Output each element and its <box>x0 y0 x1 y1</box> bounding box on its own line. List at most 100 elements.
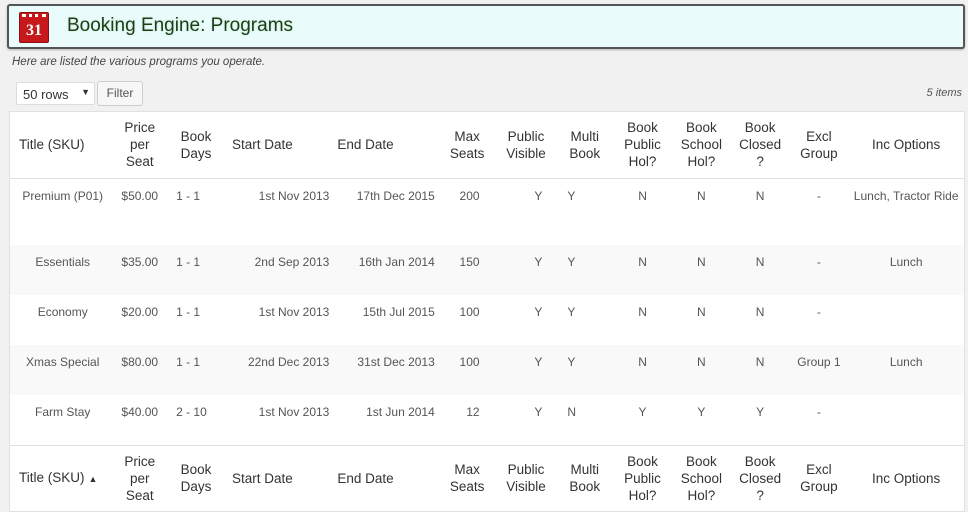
cell-school-hol: N <box>697 188 706 203</box>
rows-per-page-value: 50 rows <box>23 87 69 102</box>
col-inc-options[interactable]: Inc Options <box>848 112 964 179</box>
col-start-date-footer[interactable]: Start Date <box>227 444 334 511</box>
cell-visible: Y <box>534 355 543 369</box>
cell-school-hol: N <box>697 355 706 369</box>
cell-price: $35.00 <box>121 255 159 269</box>
chevron-down-icon: ▼ <box>81 87 90 97</box>
cell-price: $50.00 <box>121 188 159 203</box>
col-book-public-hol[interactable]: Book Public Hol? <box>613 112 672 179</box>
cell-inc: Lunch <box>889 355 923 369</box>
cell-title[interactable]: Premium (P01) <box>10 178 115 245</box>
cell-school-hol: Y <box>697 405 706 419</box>
cell-end: 16th Jan 2014 <box>358 255 435 269</box>
table-row[interactable]: Premium (P01) $50.00 1 - 1 1st Nov 2013 … <box>10 178 964 245</box>
cell-end: 31st Dec 2013 <box>357 355 435 369</box>
cell-multi: Y <box>567 255 576 269</box>
col-book-school-hol-footer[interactable]: Book School Hol? <box>671 444 731 511</box>
cell-closed: N <box>755 305 765 319</box>
col-book-closed[interactable]: Book Closed ? <box>730 112 790 179</box>
items-count: 5 items <box>926 87 962 99</box>
col-start-date[interactable]: Start Date <box>227 112 334 179</box>
col-price-footer[interactable]: Price per Seat <box>115 444 165 511</box>
cell-school-hol: N <box>697 255 706 269</box>
col-multi-book[interactable]: Multi Book <box>556 112 614 179</box>
cell-excl: - <box>816 405 821 419</box>
cell-excl: - <box>816 255 821 269</box>
cell-max: 150 <box>459 255 480 269</box>
col-inc-options-footer[interactable]: Inc Options <box>848 444 964 511</box>
calendar-icon: 31 <box>19 12 49 43</box>
col-end-date[interactable]: End Date <box>333 112 439 179</box>
cell-multi: Y <box>567 355 576 369</box>
cell-title[interactable]: Farm Stay <box>10 395 115 445</box>
cell-inc <box>848 295 964 345</box>
cell-title[interactable]: Economy <box>10 295 115 345</box>
table-row[interactable]: Essentials $35.00 1 - 1 2nd Sep 2013 16t… <box>10 245 964 295</box>
cell-excl: - <box>816 188 821 203</box>
cell-title[interactable]: Xmas Special <box>10 345 115 395</box>
page-header: 31 Booking Engine: Programs <box>7 4 965 49</box>
table-row[interactable]: Economy $20.00 1 - 1 1st Nov 2013 15th J… <box>10 295 964 345</box>
cell-closed: Y <box>756 405 765 419</box>
col-multi-book-footer[interactable]: Multi Book <box>556 444 614 511</box>
cell-days: 1 - 1 <box>176 188 201 203</box>
cell-price: $40.00 <box>121 405 159 419</box>
cell-closed: N <box>755 255 765 269</box>
col-book-days-footer[interactable]: Book Days <box>164 444 228 511</box>
sort-ascending-icon: ▲ <box>88 473 98 484</box>
cell-inc: Lunch <box>889 255 923 269</box>
cell-multi: N <box>567 405 577 419</box>
cell-max: 100 <box>459 305 480 319</box>
col-price[interactable]: Price per Seat <box>115 112 165 179</box>
cell-end: 1st Jun 2014 <box>366 405 435 419</box>
table-row[interactable]: Xmas Special $80.00 1 - 1 22nd Dec 2013 … <box>10 345 964 395</box>
col-title[interactable]: Title (SKU) <box>10 112 116 179</box>
cell-closed: N <box>755 355 765 369</box>
cell-start: 22nd Dec 2013 <box>247 355 330 369</box>
cell-title[interactable]: Essentials <box>10 245 115 295</box>
rows-per-page-select[interactable]: 50 rows ▼ <box>16 82 95 105</box>
cell-visible: Y <box>534 255 543 269</box>
page-title: Booking Engine: Programs <box>67 15 294 36</box>
cell-days: 2 - 10 <box>176 405 207 419</box>
cell-public-hol: N <box>638 188 647 203</box>
cell-multi: Y <box>567 188 576 203</box>
col-end-date-footer[interactable]: End Date <box>333 444 439 511</box>
cell-school-hol: N <box>697 305 706 319</box>
cell-visible: Y <box>534 188 543 203</box>
col-max-seats[interactable]: Max Seats <box>438 112 496 179</box>
cell-visible: Y <box>534 405 543 419</box>
cell-price: $80.00 <box>121 355 159 369</box>
cell-public-hol: N <box>638 355 647 369</box>
col-book-days[interactable]: Book Days <box>164 112 228 179</box>
cell-days: 1 - 1 <box>176 255 201 269</box>
cell-max: 200 <box>459 188 480 203</box>
col-book-school-hol[interactable]: Book School Hol? <box>671 112 731 179</box>
cell-start: 1st Nov 2013 <box>258 188 330 203</box>
table-row[interactable]: Farm Stay $40.00 2 - 10 1st Nov 2013 1st… <box>10 395 964 445</box>
col-title-footer[interactable]: Title (SKU) ▲ <box>10 444 116 511</box>
cell-inc: Lunch, Tractor Ride <box>853 188 959 203</box>
table-footer-row: Title (SKU) ▲ Price per Seat Book Days St… <box>10 444 964 511</box>
cell-excl: - <box>816 305 821 319</box>
cell-visible: Y <box>534 305 543 319</box>
col-book-public-hol-footer[interactable]: Book Public Hol? <box>613 444 672 511</box>
cell-end: 17th Dec 2015 <box>356 188 435 203</box>
cell-start: 1st Nov 2013 <box>258 305 330 319</box>
calendar-icon-number: 31 <box>26 22 42 39</box>
cell-closed: N <box>755 188 765 203</box>
col-excl-group-footer[interactable]: Excl Group <box>789 444 849 511</box>
col-excl-group[interactable]: Excl Group <box>789 112 849 179</box>
cell-inc <box>848 395 964 445</box>
col-public-visible[interactable]: Public Visible <box>495 112 557 179</box>
col-public-visible-footer[interactable]: Public Visible <box>495 444 557 511</box>
page-subtitle: Here are listed the various programs you… <box>12 56 266 68</box>
filter-button[interactable]: Filter <box>97 81 143 106</box>
cell-price: $20.00 <box>121 305 159 319</box>
col-max-seats-footer[interactable]: Max Seats <box>438 444 496 511</box>
cell-public-hol: Y <box>638 405 647 419</box>
cell-days: 1 - 1 <box>176 305 201 319</box>
cell-max: 12 <box>466 405 480 419</box>
cell-start: 2nd Sep 2013 <box>254 255 330 269</box>
col-book-closed-footer[interactable]: Book Closed ? <box>730 444 790 511</box>
